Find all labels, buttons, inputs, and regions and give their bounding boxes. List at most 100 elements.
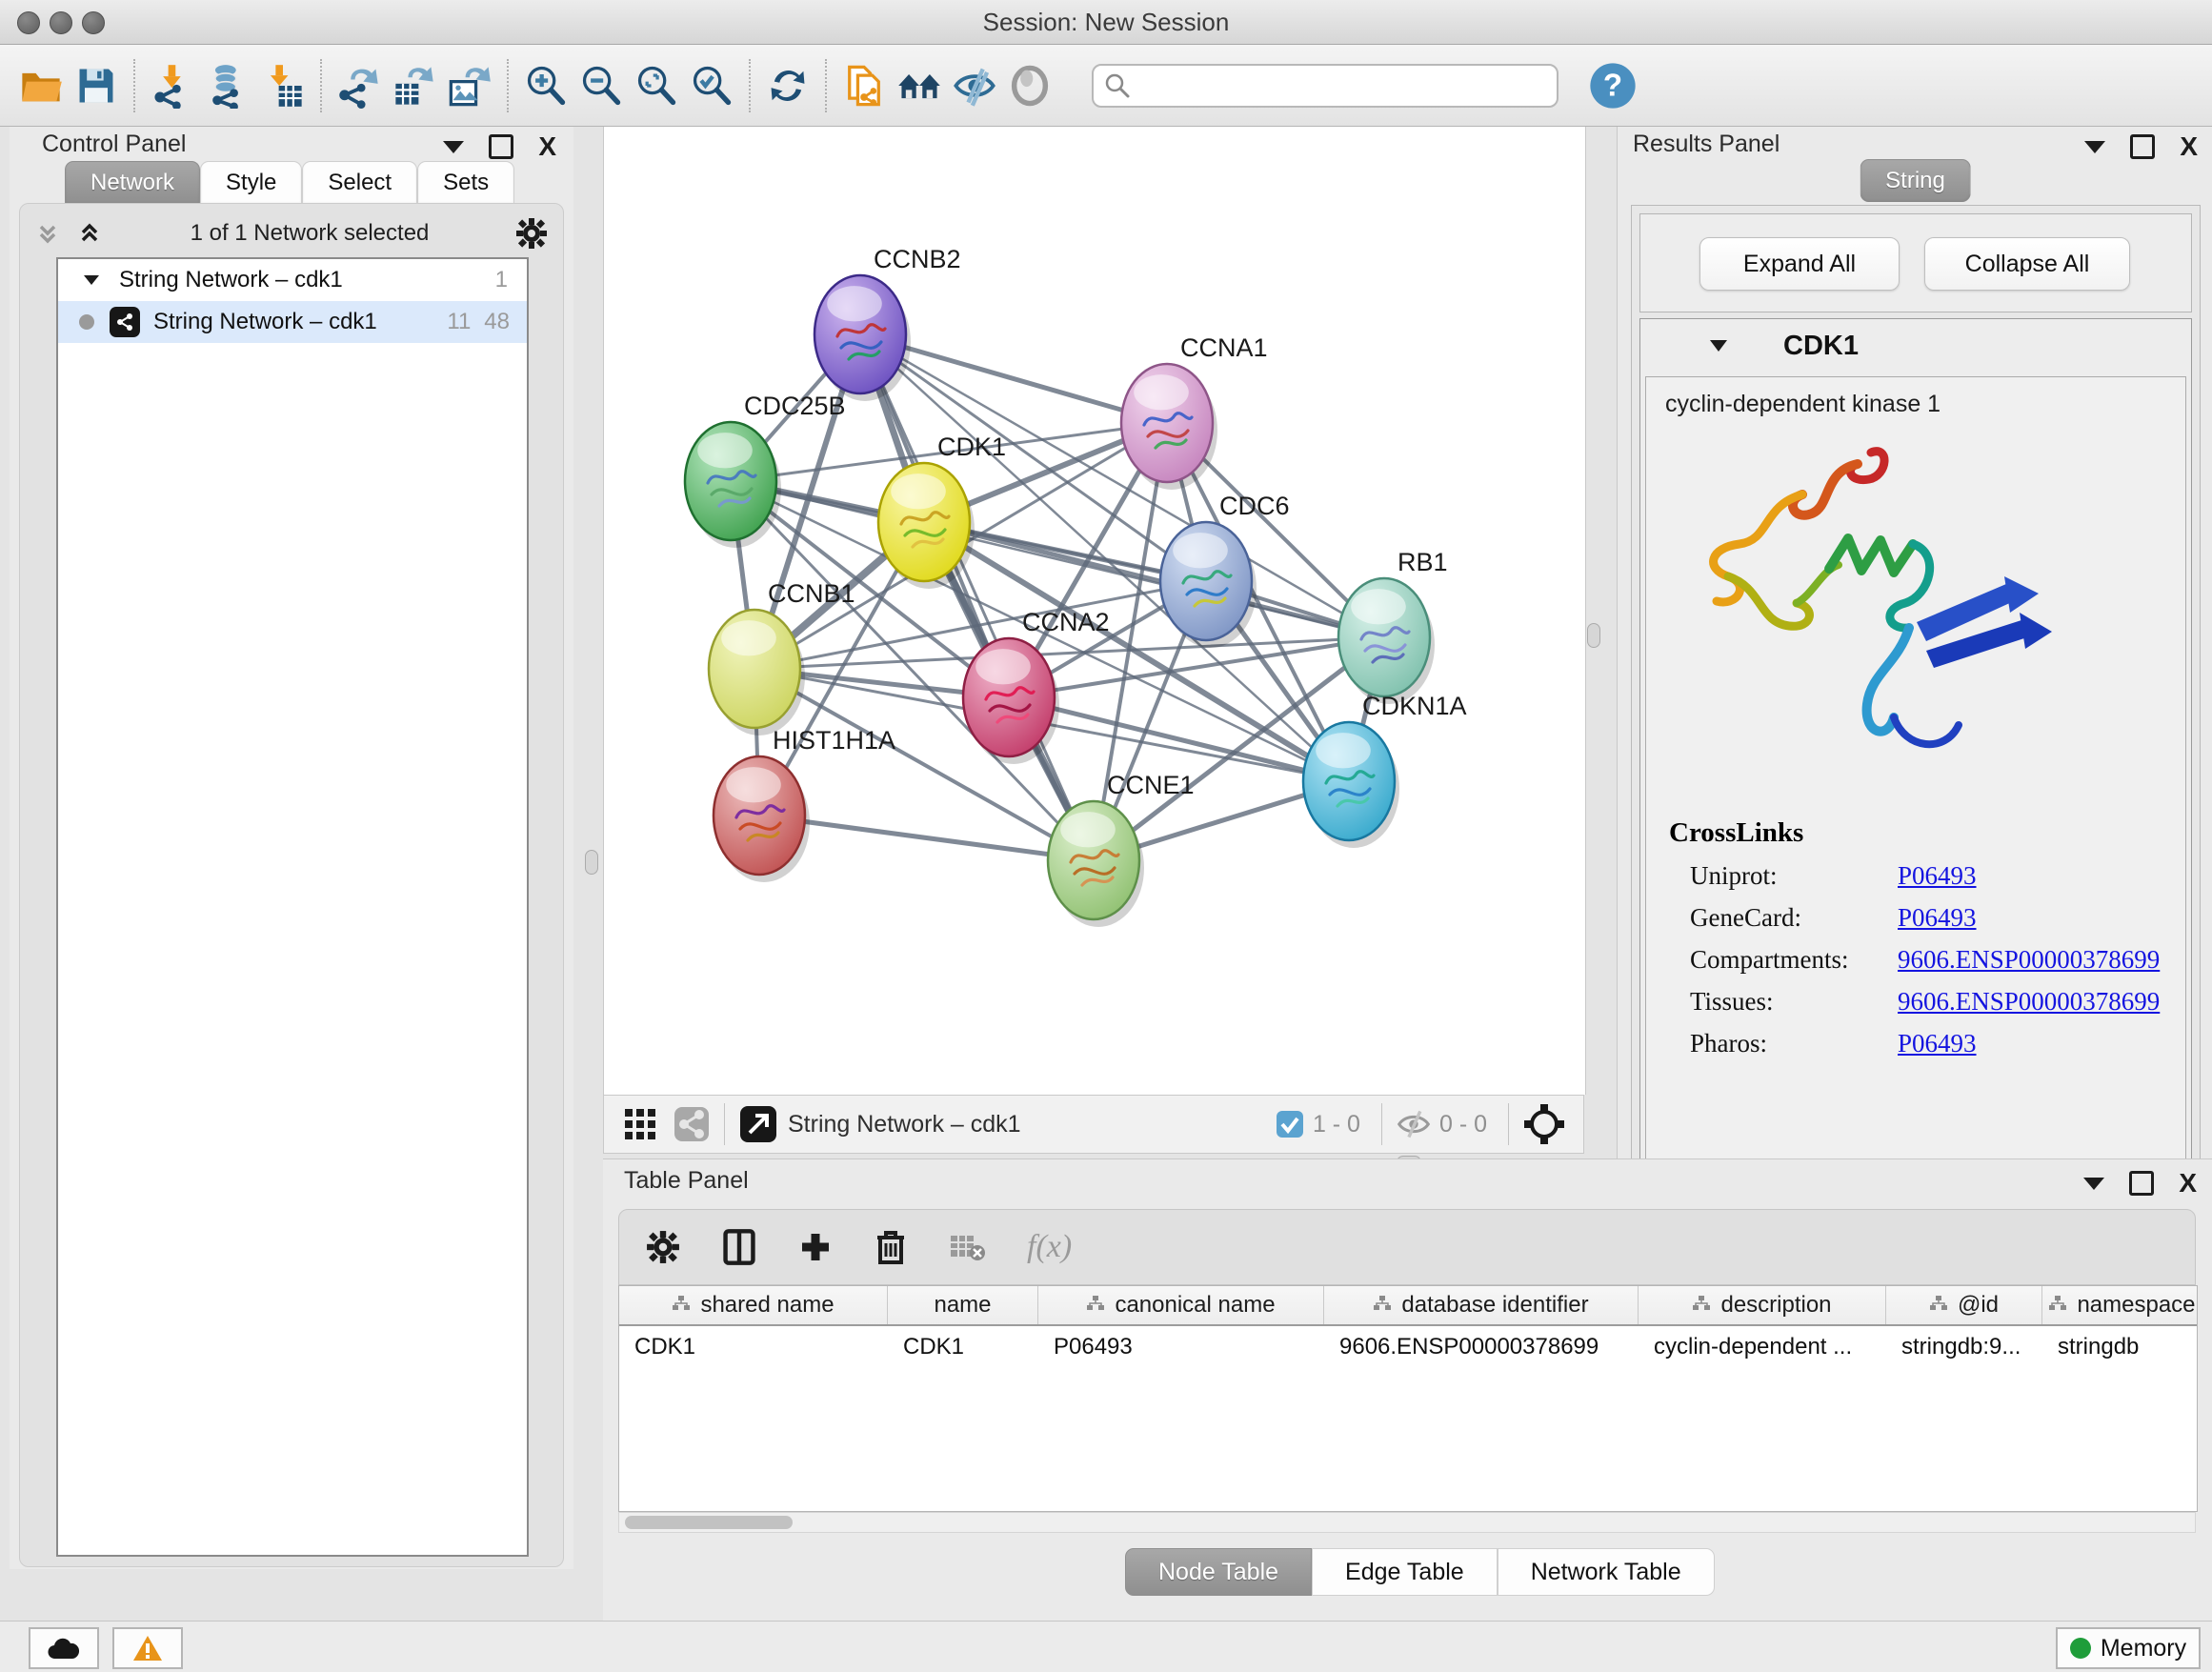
table-cell[interactable]: P06493	[1038, 1334, 1324, 1360]
table-options-gear-icon[interactable]	[646, 1230, 680, 1264]
node-CDK1[interactable]: CDK1	[878, 433, 1006, 589]
network-row-selected[interactable]: String Network – cdk1 11 48	[58, 301, 527, 343]
table-cell[interactable]: CDK1	[619, 1334, 888, 1360]
import-network-file-button[interactable]	[145, 58, 200, 113]
table-cell[interactable]: 9606.ENSP00000378699	[1324, 1334, 1639, 1360]
network-options-gear-icon[interactable]	[515, 217, 548, 250]
tab-string[interactable]: String	[1860, 159, 1971, 202]
tab-network-table[interactable]: Network Table	[1498, 1548, 1715, 1596]
string-network-graph[interactable]: CCNB2CCNA1CDC25BCDK1CDC6RB1CCNB1CCNA2CDK…	[604, 127, 1585, 1095]
detach-view-icon[interactable]	[738, 1104, 778, 1144]
crosslink-link[interactable]: P06493	[1898, 1029, 1977, 1058]
network-collection-row[interactable]: String Network – cdk1 1	[58, 259, 527, 301]
table-cell[interactable]: cyclin-dependent ...	[1639, 1334, 1886, 1360]
import-network-database-button[interactable]	[200, 58, 255, 113]
node-table[interactable]: shared namenamecanonical namedatabase id…	[618, 1285, 2198, 1512]
node-CCNE1[interactable]: CCNE1	[1048, 771, 1195, 927]
column-header-description[interactable]: description	[1639, 1286, 1886, 1324]
control-panel-close-icon[interactable]: X	[538, 137, 556, 156]
edge-CDK1-RB1[interactable]	[924, 522, 1384, 637]
section-collapse-triangle-icon[interactable]	[1707, 334, 1730, 357]
tab-sets[interactable]: Sets	[417, 161, 514, 204]
warnings-button[interactable]	[112, 1627, 183, 1669]
node-CDKN1A[interactable]: CDKN1A	[1303, 692, 1467, 848]
node-CCNA1[interactable]: CCNA1	[1121, 333, 1268, 490]
table-horizontal-scrollbar[interactable]	[618, 1512, 2196, 1533]
right-splitter-handle[interactable]	[1587, 623, 1600, 648]
import-table-file-button[interactable]	[255, 58, 311, 113]
hide-selected-button[interactable]	[947, 58, 1002, 113]
collection-expand-triangle-icon[interactable]	[81, 270, 102, 291]
zoom-out-button[interactable]	[573, 58, 629, 113]
control-panel-menu-icon[interactable]	[443, 141, 464, 153]
column-header-database-identifier[interactable]: database identifier	[1324, 1286, 1639, 1324]
tab-select[interactable]: Select	[302, 161, 417, 204]
column-header--id[interactable]: @id	[1886, 1286, 2042, 1324]
open-session-button[interactable]	[13, 58, 69, 113]
collapse-all-networks-icon[interactable]	[33, 219, 62, 248]
node-HIST1H1A[interactable]: HIST1H1A	[714, 726, 895, 882]
zoom-fit-button[interactable]	[629, 58, 684, 113]
help-button[interactable]: ?	[1585, 58, 1640, 113]
expand-all-button[interactable]: Expand All	[1699, 237, 1900, 291]
results-panel-float-icon[interactable]	[2130, 134, 2155, 159]
protein-section-header[interactable]: CDK1	[1640, 319, 2191, 373]
export-network-button[interactable]	[332, 58, 387, 113]
save-session-button[interactable]	[69, 58, 124, 113]
network-view-share-icon[interactable]	[673, 1105, 711, 1143]
column-header-namespace[interactable]: namespace	[2042, 1286, 2198, 1324]
refresh-button[interactable]	[760, 58, 815, 113]
table-cell[interactable]: stringdb	[2042, 1334, 2198, 1360]
birdseye-crosshair-icon[interactable]	[1522, 1102, 1566, 1146]
column-header-name[interactable]: name	[888, 1286, 1038, 1324]
table-cell[interactable]: stringdb:9...	[1886, 1334, 2042, 1360]
table-panel-close-icon[interactable]: X	[2179, 1174, 2197, 1193]
tab-node-table[interactable]: Node Table	[1125, 1548, 1312, 1596]
add-column-icon[interactable]	[798, 1230, 833, 1264]
tab-edge-table[interactable]: Edge Table	[1312, 1548, 1498, 1596]
crosslink-link[interactable]: P06493	[1898, 861, 1977, 891]
node-RB1[interactable]: RB1	[1338, 548, 1448, 704]
crosslink-link[interactable]: 9606.ENSP00000378699	[1898, 945, 2160, 975]
column-header-canonical-name[interactable]: canonical name	[1038, 1286, 1324, 1324]
first-neighbors-button[interactable]	[892, 58, 947, 113]
memory-button[interactable]: Memory	[2056, 1627, 2201, 1669]
table-panel-menu-icon[interactable]	[2083, 1178, 2104, 1190]
search-input[interactable]	[1132, 71, 1547, 100]
tab-style[interactable]: Style	[200, 161, 302, 204]
delete-column-trash-icon[interactable]	[875, 1228, 907, 1266]
zoom-selected-button[interactable]	[684, 58, 739, 113]
zoom-in-button[interactable]	[518, 58, 573, 113]
results-panel-close-icon[interactable]: X	[2180, 137, 2198, 156]
control-panel-float-icon[interactable]	[489, 134, 513, 159]
hidden-eye-slash-icon[interactable]	[1396, 1108, 1432, 1140]
table-cell[interactable]: CDK1	[888, 1334, 1038, 1360]
show-columns-icon[interactable]	[722, 1228, 756, 1266]
grid-view-icon[interactable]	[621, 1105, 659, 1143]
collapse-all-button[interactable]: Collapse All	[1924, 237, 2130, 291]
table-panel-float-icon[interactable]	[2129, 1171, 2154, 1196]
node-CCNB2[interactable]: CCNB2	[814, 245, 961, 401]
delete-table-icon[interactable]	[949, 1232, 985, 1262]
expand-all-networks-icon[interactable]	[75, 219, 104, 248]
edge-CCNB2-CCNE1[interactable]	[860, 334, 1094, 860]
column-header-shared-name[interactable]: shared name	[619, 1286, 888, 1324]
results-panel-menu-icon[interactable]	[2084, 141, 2105, 153]
cloud-status-button[interactable]	[29, 1627, 99, 1669]
selected-checkbox-icon[interactable]	[1275, 1109, 1305, 1139]
left-splitter-handle[interactable]	[585, 850, 598, 875]
new-network-from-selection-button[interactable]	[836, 58, 892, 113]
crosslink-link[interactable]: P06493	[1898, 903, 1977, 933]
network-view-canvas[interactable]: CCNB2CCNA1CDC25BCDK1CDC6RB1CCNB1CCNA2CDK…	[603, 127, 1586, 1095]
show-all-button[interactable]	[1002, 58, 1057, 113]
tab-network[interactable]: Network	[65, 161, 200, 204]
function-builder-icon[interactable]: f(x)	[1027, 1229, 1072, 1265]
export-table-button[interactable]	[387, 58, 442, 113]
warning-icon	[131, 1634, 164, 1662]
node-table-data-row[interactable]: CDK1CDK1P064939606.ENSP00000378699cyclin…	[619, 1326, 2197, 1368]
network-view-statusbar: String Network – cdk1 1 - 0 0 - 0	[603, 1095, 1584, 1154]
search-field[interactable]	[1092, 64, 1558, 108]
export-image-button[interactable]	[442, 58, 497, 113]
scrollbar-thumb[interactable]	[625, 1516, 793, 1529]
crosslink-link[interactable]: 9606.ENSP00000378699	[1898, 987, 2160, 1017]
